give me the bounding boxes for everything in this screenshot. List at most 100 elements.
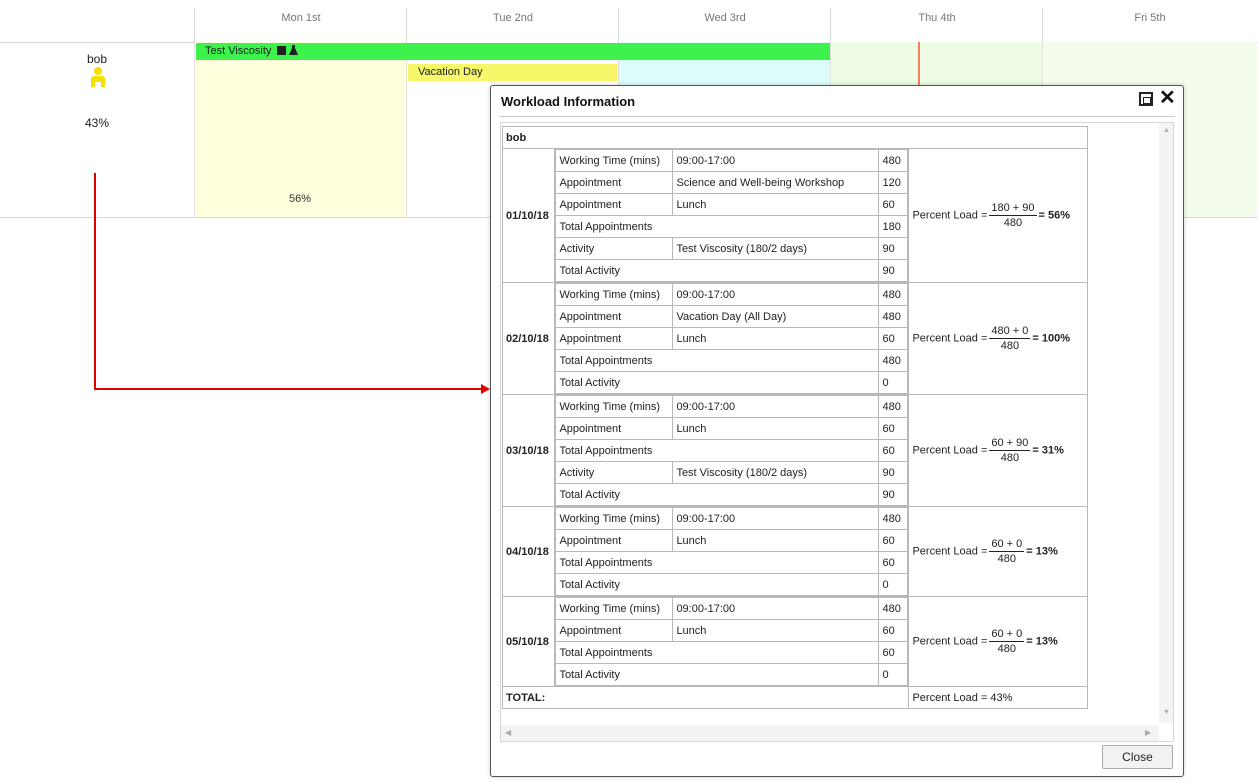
detail-row: Activity Test Viscosity (180/2 days) 90 xyxy=(555,461,909,484)
detail-row: Total Activity 0 xyxy=(555,371,909,394)
day-row: 04/10/18 Working Time (mins) 09:00-17:00 48… xyxy=(501,506,1088,597)
detail-minutes: 90 xyxy=(878,461,909,484)
detail-label: Working Time (mins) xyxy=(555,149,674,172)
detail-minutes: 480 xyxy=(878,349,909,372)
detail-minutes: 480 xyxy=(878,149,909,172)
detail-label: Total Activity xyxy=(555,371,880,394)
detail-row: Appointment Vacation Day (All Day) 480 xyxy=(555,305,909,328)
detail-description: Lunch xyxy=(672,327,880,350)
detail-minutes: 90 xyxy=(878,483,909,506)
percent-load-cell: Percent Load = 60 + 90 480 = 31% xyxy=(908,394,1088,507)
detail-label: Appointment xyxy=(555,171,674,194)
detail-row: Appointment Lunch 60 xyxy=(555,417,909,440)
detail-label: Appointment xyxy=(555,529,674,552)
total-row: TOTAL: Percent Load = 43% xyxy=(501,686,1088,709)
detail-description: 09:00-17:00 xyxy=(672,597,880,620)
detail-minutes: 90 xyxy=(878,259,909,282)
detail-description: Science and Well-being Workshop xyxy=(672,171,880,194)
day-detail-table: Working Time (mins) 09:00-17:00 480 Appoint… xyxy=(555,395,909,506)
detail-label: Appointment xyxy=(555,193,674,216)
detail-description: Lunch xyxy=(672,417,880,440)
detail-minutes: 180 xyxy=(878,215,909,238)
detail-row: Appointment Lunch 60 xyxy=(555,193,909,216)
detail-description: Test Viscosity (180/2 days) xyxy=(672,461,880,484)
day-details: Working Time (mins) 09:00-17:00 480 Appoint… xyxy=(554,148,910,283)
horizontal-scrollbar[interactable]: ◀ ▶ xyxy=(501,725,1159,741)
detail-row: Working Time (mins) 09:00-17:00 480 xyxy=(555,597,909,620)
load-denominator: 480 xyxy=(1000,452,1020,464)
detail-label: Total Activity xyxy=(555,573,880,596)
scroll-right-icon[interactable]: ▶ xyxy=(1145,728,1151,737)
day-details: Working Time (mins) 09:00-17:00 480 Appoint… xyxy=(554,596,910,687)
day-detail-table: Working Time (mins) 09:00-17:00 480 Appoint… xyxy=(555,149,909,282)
detail-row: Total Appointments 180 xyxy=(555,215,909,238)
detail-row: Working Time (mins) 09:00-17:00 480 xyxy=(555,507,909,530)
day-row: 01/10/18 Working Time (mins) 09:00-17:00 48… xyxy=(501,148,1088,283)
detail-row: Total Appointments 60 xyxy=(555,439,909,462)
detail-row: Appointment Lunch 60 xyxy=(555,619,909,642)
day-details: Working Time (mins) 09:00-17:00 480 Appoint… xyxy=(554,394,910,507)
detail-minutes: 60 xyxy=(878,417,909,440)
day-header-wed: Wed 3rd xyxy=(618,8,831,42)
close-button[interactable]: Close xyxy=(1102,745,1173,769)
load-fraction: 60 + 90 480 xyxy=(989,436,1031,465)
load-result: = 13% xyxy=(1026,545,1058,558)
detail-label: Activity xyxy=(555,237,674,260)
detail-minutes: 0 xyxy=(878,663,909,686)
detail-description: Test Viscosity (180/2 days) xyxy=(672,237,880,260)
load-denominator: 480 xyxy=(1000,340,1020,352)
detail-minutes: 480 xyxy=(878,395,909,418)
detail-minutes: 60 xyxy=(878,439,909,462)
load-denominator: 480 xyxy=(997,643,1016,655)
load-numerator: 60 + 0 xyxy=(989,538,1025,552)
vertical-scrollbar[interactable]: ▲ ▼ xyxy=(1159,123,1173,723)
detail-row: Working Time (mins) 09:00-17:00 480 xyxy=(555,149,909,172)
detail-label: Appointment xyxy=(555,417,674,440)
detail-row: Total Appointments 60 xyxy=(555,551,909,574)
detail-row: Total Activity 90 xyxy=(555,259,909,282)
detail-label: Total Appointments xyxy=(555,551,880,574)
detail-row: Appointment Lunch 60 xyxy=(555,529,909,552)
percent-load-cell: Percent Load = 60 + 0 480 = 13% xyxy=(908,506,1088,597)
percent-load-label: Percent Load = xyxy=(912,545,988,558)
detail-label: Total Appointments xyxy=(555,349,880,372)
load-numerator: 480 + 0 xyxy=(989,325,1031,339)
detail-label: Total Activity xyxy=(555,663,880,686)
scroll-down-icon[interactable]: ▼ xyxy=(1163,709,1170,716)
workload-scroll-area[interactable]: bob 01/10/18 Working Time (mins) 09:00-17:… xyxy=(500,122,1174,742)
detail-description: 09:00-17:00 xyxy=(672,283,880,306)
total-load: Percent Load = 43% xyxy=(908,686,1088,709)
detail-minutes: 480 xyxy=(878,283,909,306)
dialog-title: Workload Information xyxy=(501,94,636,109)
day-row: 05/10/18 Working Time (mins) 09:00-17:00 48… xyxy=(501,596,1088,687)
load-fraction: 60 + 0 480 xyxy=(989,537,1025,566)
detail-minutes: 60 xyxy=(878,529,909,552)
workload-table: bob 01/10/18 Working Time (mins) 09:00-17:… xyxy=(501,126,1088,709)
day-row: 02/10/18 Working Time (mins) 09:00-17:00 48… xyxy=(501,282,1088,395)
detail-minutes: 60 xyxy=(878,641,909,664)
detail-minutes: 60 xyxy=(878,327,909,350)
detail-label: Appointment xyxy=(555,619,674,642)
day-details: Working Time (mins) 09:00-17:00 480 Appoint… xyxy=(554,506,910,597)
day-detail-table: Working Time (mins) 09:00-17:00 480 Appoint… xyxy=(555,283,909,394)
close-icon[interactable]: ✕ xyxy=(1159,88,1176,108)
scroll-up-icon[interactable]: ▲ xyxy=(1163,127,1170,134)
load-fraction: 60 + 0 480 xyxy=(989,627,1025,656)
load-fraction: 180 + 90 480 xyxy=(989,201,1037,230)
detail-description: Vacation Day (All Day) xyxy=(672,305,880,328)
day-detail-table: Working Time (mins) 09:00-17:00 480 Appoint… xyxy=(555,597,909,686)
scroll-left-icon[interactable]: ◀ xyxy=(505,728,511,737)
day-date: 02/10/18 xyxy=(501,282,556,395)
day-date: 04/10/18 xyxy=(501,506,556,597)
load-result: = 56% xyxy=(1038,209,1071,222)
day-header-fri: Fri 5th xyxy=(1042,8,1257,42)
detail-description: 09:00-17:00 xyxy=(672,395,880,418)
detail-label: Appointment xyxy=(555,327,674,350)
detail-description: Lunch xyxy=(672,193,880,216)
day-details: Working Time (mins) 09:00-17:00 480 Appoint… xyxy=(554,282,910,395)
detail-minutes: 120 xyxy=(878,171,909,194)
detail-label: Working Time (mins) xyxy=(555,507,674,530)
detail-minutes: 480 xyxy=(878,507,909,530)
restore-icon[interactable] xyxy=(1139,92,1153,106)
detail-minutes: 0 xyxy=(878,371,909,394)
